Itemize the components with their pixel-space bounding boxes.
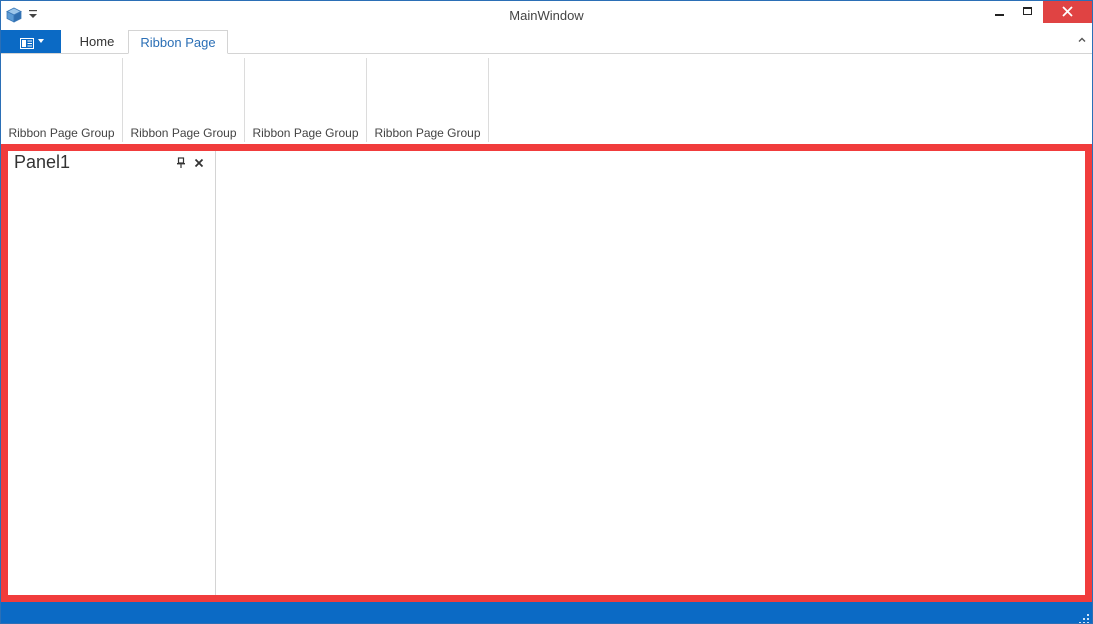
ribbon-group-label: Ribbon Page Group xyxy=(374,126,481,140)
dock-panel[interactable]: Panel1 xyxy=(8,151,216,595)
tab-ribbon-page[interactable]: Ribbon Page xyxy=(128,30,228,54)
tab-home[interactable]: Home xyxy=(67,30,127,53)
application-menu-icon xyxy=(20,36,34,54)
collapse-ribbon-button[interactable] xyxy=(1075,33,1089,47)
status-bar xyxy=(1,602,1092,623)
chevron-down-icon xyxy=(38,35,44,47)
minimize-icon xyxy=(995,14,1004,16)
ribbon-page-content: Ribbon Page Group Ribbon Page Group Ribb… xyxy=(1,53,1092,144)
ribbon-tab-row: Home Ribbon Page xyxy=(1,30,1092,54)
customize-qat-icon[interactable] xyxy=(27,8,39,22)
maximize-button[interactable] xyxy=(1015,1,1041,23)
document-area[interactable] xyxy=(216,151,1085,595)
close-window-icon xyxy=(1062,6,1073,17)
panel-caption: Panel1 xyxy=(14,152,71,172)
pin-icon[interactable] xyxy=(176,156,186,168)
title-bar[interactable]: MainWindow xyxy=(1,1,1092,30)
dock-layout-area: Panel1 xyxy=(1,144,1092,602)
ribbon-page-group: Ribbon Page Group xyxy=(1,58,123,142)
main-window: MainWindow Home Ribbon Page Ribbon Page … xyxy=(0,0,1093,624)
ribbon-group-label: Ribbon Page Group xyxy=(8,126,115,140)
application-menu-button[interactable] xyxy=(1,30,61,53)
minimize-button[interactable] xyxy=(987,1,1013,23)
ribbon-page-group: Ribbon Page Group xyxy=(123,58,245,142)
ribbon-page-group: Ribbon Page Group xyxy=(367,58,489,142)
close-icon[interactable] xyxy=(194,156,204,168)
cube-icon[interactable] xyxy=(6,7,22,23)
resize-grip-icon[interactable] xyxy=(1079,611,1089,623)
window-title: MainWindow xyxy=(509,8,584,23)
chevron-up-icon xyxy=(1078,37,1086,42)
ribbon-group-label: Ribbon Page Group xyxy=(130,126,237,140)
maximize-icon xyxy=(1023,7,1032,15)
ribbon-group-label: Ribbon Page Group xyxy=(252,126,359,140)
close-window-button[interactable] xyxy=(1043,1,1092,23)
ribbon-page-group: Ribbon Page Group xyxy=(245,58,367,142)
